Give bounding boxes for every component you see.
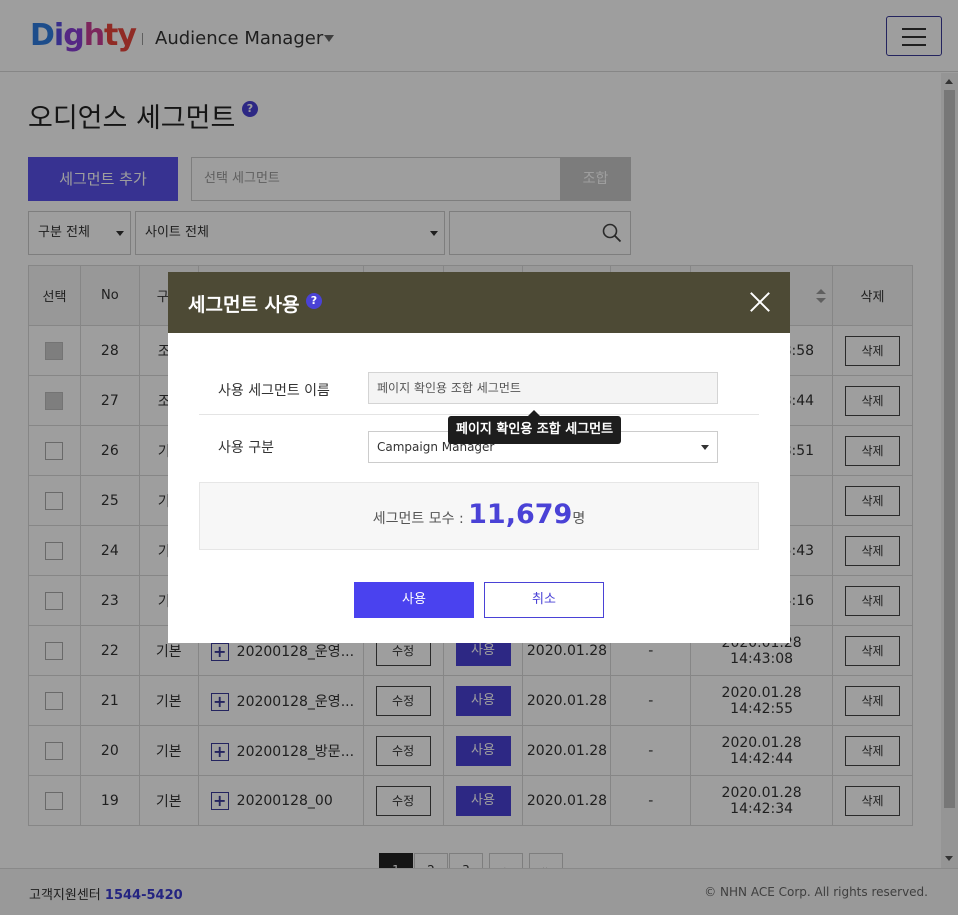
help-icon[interactable]: ? (306, 293, 322, 309)
segment-count-value: 11,679 (468, 499, 573, 530)
segment-count-unit: 명 (572, 511, 586, 527)
use-confirm-button[interactable]: 사용 (354, 582, 474, 618)
segment-name-field: 페이지 확인용 조합 세그먼트 (368, 372, 718, 404)
segment-use-modal: 세그먼트 사용 ? 사용 세그먼트 이름 페이지 확인용 조합 세그먼트 사용 … (168, 272, 790, 643)
divider (199, 414, 759, 415)
segment-count-box: 세그먼트 모수 : 11,679명 (199, 482, 759, 550)
chevron-down-icon (701, 445, 709, 450)
modal-title: 세그먼트 사용 (188, 294, 300, 316)
segment-count-line: 세그먼트 모수 : 11,679명 (200, 499, 758, 530)
modal-header: 세그먼트 사용 ? (168, 272, 790, 333)
cancel-button[interactable]: 취소 (484, 582, 604, 618)
segment-count-label: 세그먼트 모수 : (372, 511, 469, 527)
segment-name-label: 사용 세그먼트 이름 (218, 383, 330, 399)
usage-type-label: 사용 구분 (218, 440, 274, 456)
close-icon[interactable] (750, 292, 770, 312)
segment-name-tooltip: 페이지 확인용 조합 세그먼트 (448, 410, 622, 444)
